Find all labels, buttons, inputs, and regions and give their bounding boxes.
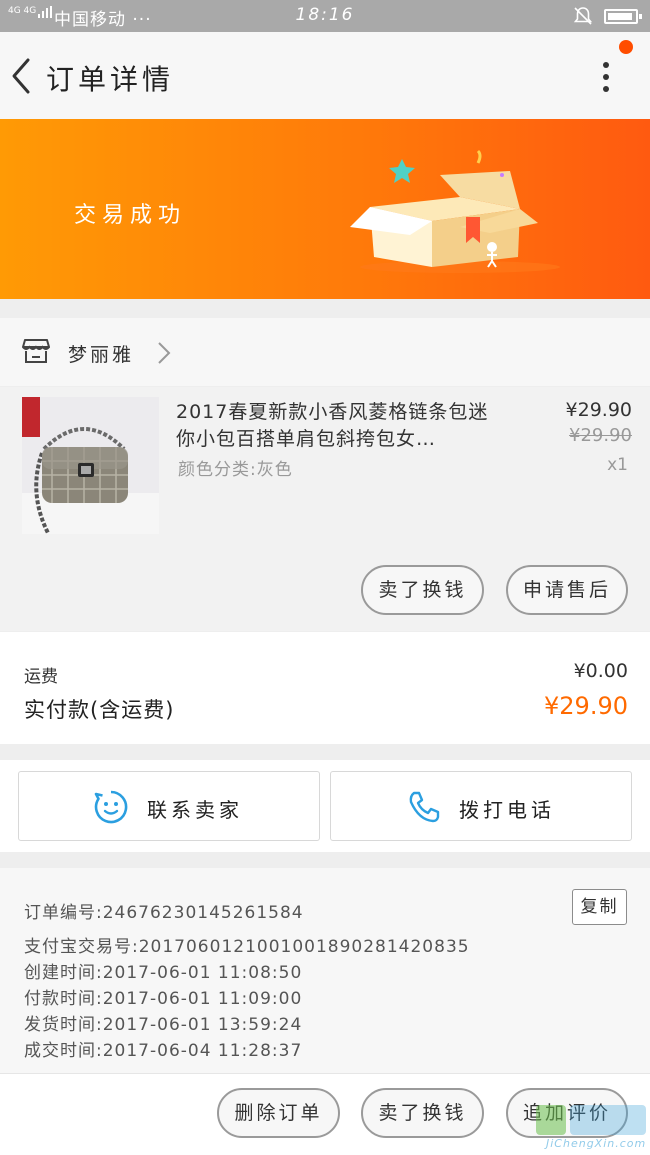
contact-bar: 联系卖家 拨打电话 (0, 760, 650, 852)
paid-time: 付款时间:2017-06-01 11:09:00 (24, 989, 303, 1009)
paid-label: 实付款(含运费) (24, 698, 175, 722)
after-sales-button[interactable]: 申请售后 (506, 565, 628, 615)
alipay-number: 支付宝交易号:2017060121001001890281420835 (24, 937, 470, 957)
page-title: 订单详情 (46, 63, 175, 96)
battery-icon (604, 9, 642, 24)
order-item[interactable]: 2017春夏新款小香风菱格链条包迷你小包百搭单肩包斜挎包女… 颜色分类:灰色 ¥… (0, 387, 650, 631)
product-image[interactable] (22, 397, 159, 534)
chat-face-icon (94, 790, 128, 824)
resell-button[interactable]: 卖了换钱 (361, 565, 484, 615)
shop-name: 梦丽雅 (68, 344, 135, 366)
resell-footer-button[interactable]: 卖了换钱 (361, 1088, 484, 1138)
contact-seller-button[interactable]: 联系卖家 (18, 771, 320, 841)
product-price: ¥29.90 (565, 399, 632, 421)
order-status-text: 交易成功 (74, 203, 187, 228)
shipping-label: 运费 (24, 667, 58, 687)
shipped-time: 发货时间:2017-06-01 13:59:24 (24, 1015, 303, 1035)
shop-row[interactable]: 梦丽雅 (0, 318, 650, 386)
product-variant: 颜色分类:灰色 (178, 460, 293, 480)
phone-icon (409, 791, 440, 823)
open-box-illustration-icon (350, 149, 560, 273)
watermark-logo: JiChengXin.com (532, 1103, 650, 1153)
back-arrow-icon[interactable] (6, 54, 38, 98)
order-info: 订单编号:2467623014526158​4 复制 支付宝交易号:201706… (0, 868, 650, 1073)
order-status-banner: 交易成功 (0, 119, 650, 299)
product-original-price: ¥29.90 (569, 425, 632, 446)
chevron-right-icon (158, 342, 171, 364)
watermark-text: JiChengXin.com (546, 1137, 647, 1150)
bell-muted-icon (573, 7, 593, 25)
product-title[interactable]: 2017春夏新款小香风菱格链条包迷你小包百搭单肩包斜挎包女… (176, 399, 506, 453)
status-bar: 4G 4G 中国移动 ··· 18:16 (0, 0, 650, 32)
store-icon (22, 339, 50, 363)
paid-value: ¥29.90 (544, 692, 628, 720)
copy-button[interactable]: 复制 (572, 889, 627, 925)
more-options-icon[interactable] (592, 60, 620, 94)
product-quantity: x1 (607, 455, 628, 475)
notification-dot (619, 40, 633, 54)
app-header: 订单详情 (0, 32, 650, 119)
call-label: 拨打电话 (459, 798, 555, 822)
call-button[interactable]: 拨打电话 (330, 771, 632, 841)
created-time: 创建时间:2017-06-01 11:08:50 (24, 963, 303, 983)
clock: 18:16 (295, 5, 355, 25)
shipping-value: ¥0.00 (573, 660, 628, 682)
order-number: 订单编号:2467623014526158​4 (24, 903, 304, 923)
completed-time: 成交时间:2017-06-04 11:28:37 (24, 1041, 303, 1061)
delete-order-button[interactable]: 删除订单 (217, 1088, 340, 1138)
cost-summary: 运费 ¥0.00 实付款(含运费) ¥29.90 (0, 632, 650, 744)
contact-seller-label: 联系卖家 (147, 798, 243, 822)
